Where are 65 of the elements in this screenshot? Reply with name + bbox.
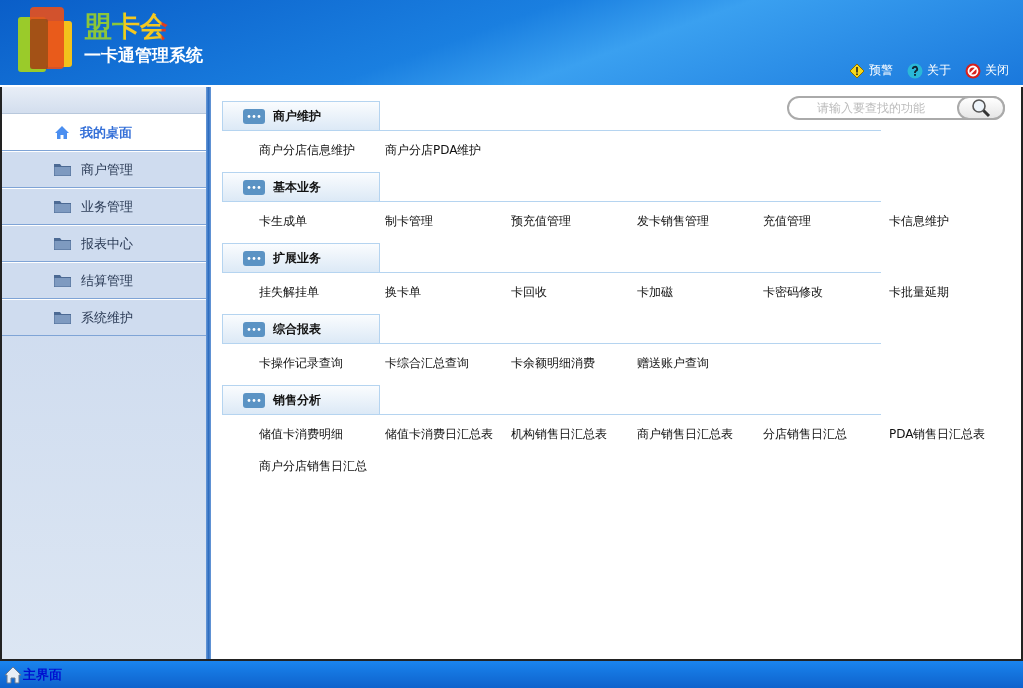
function-link[interactable]: 挂失解挂单: [259, 284, 319, 301]
warning-icon: [849, 62, 865, 79]
header-link[interactable]: 预警: [849, 62, 893, 79]
function-link[interactable]: 卡操作记录查询: [259, 355, 343, 372]
header-link[interactable]: 关于: [907, 62, 951, 79]
header-link[interactable]: 关闭: [965, 62, 1009, 79]
folder-icon: [54, 237, 71, 250]
section-title: 扩展业务: [273, 249, 321, 267]
folder-icon: [54, 274, 71, 287]
function-link[interactable]: 制卡管理: [385, 213, 433, 230]
function-link[interactable]: 商户分店信息维护: [259, 142, 355, 159]
dots-icon: [243, 392, 265, 408]
search-icon: [971, 98, 991, 118]
home-icon: [54, 125, 70, 140]
sidebar-item[interactable]: 业务管理: [2, 188, 206, 225]
sidebar-item[interactable]: 报表中心: [2, 225, 206, 262]
sidebar-item-label: 报表中心: [81, 234, 133, 253]
sidebar-item[interactable]: 结算管理: [2, 262, 206, 299]
function-link[interactable]: 卡余额明细消费: [511, 355, 595, 372]
function-link[interactable]: 卡加磁: [637, 284, 673, 301]
section-title: 商户维护: [273, 107, 321, 125]
sidebar-item-label: 商户管理: [81, 160, 133, 179]
home-icon: [4, 665, 22, 684]
function-link[interactable]: 发卡销售管理: [637, 213, 709, 230]
search-field[interactable]: 请输入要查找的功能: [787, 96, 1005, 120]
search-button[interactable]: [957, 96, 1005, 120]
sidebar-item[interactable]: 商户管理: [2, 151, 206, 188]
folder-icon: [54, 311, 71, 324]
folder-icon: [54, 163, 71, 176]
sidebar-item-label: 结算管理: [81, 271, 133, 290]
function-link[interactable]: 卡信息维护: [889, 213, 949, 230]
sidebar-item-label: 我的桌面: [80, 123, 132, 142]
close-icon: [965, 62, 981, 79]
sidebar-item[interactable]: 系统维护: [2, 299, 206, 336]
function-link[interactable]: 充值管理: [763, 213, 811, 230]
function-link[interactable]: 卡综合汇总查询: [385, 355, 469, 372]
section-title: 销售分析: [273, 391, 321, 409]
function-link[interactable]: 储值卡消费明细: [259, 426, 343, 443]
folder-icon: [54, 200, 71, 213]
dots-icon: [243, 250, 265, 266]
dots-icon: [243, 321, 265, 337]
section-title: 综合报表: [273, 320, 321, 338]
function-link[interactable]: 分店销售日汇总: [763, 426, 847, 443]
function-link[interactable]: 卡生成单: [259, 213, 307, 230]
sidebar-item-label: 业务管理: [81, 197, 133, 216]
function-link[interactable]: 预充值管理: [511, 213, 571, 230]
function-link[interactable]: 赠送账户查询: [637, 355, 709, 372]
system-subtitle: 一卡通管理系统: [84, 44, 203, 68]
function-link[interactable]: 卡批量延期: [889, 284, 949, 301]
function-link[interactable]: 商户分店销售日汇总: [259, 458, 367, 475]
function-link[interactable]: 储值卡消费日汇总表: [385, 426, 493, 443]
function-link[interactable]: PDA销售日汇总表: [889, 426, 986, 443]
dots-icon: [243, 108, 265, 124]
function-link[interactable]: 卡回收: [511, 284, 547, 301]
function-link[interactable]: 换卡单: [385, 284, 421, 301]
sidebar-item-label: 系统维护: [81, 308, 133, 327]
function-link[interactable]: 卡密码修改: [763, 284, 823, 301]
function-link[interactable]: 商户分店PDA维护: [385, 142, 482, 159]
help-icon: [907, 62, 923, 79]
section-title: 基本业务: [273, 178, 321, 196]
function-link[interactable]: 机构销售日汇总表: [511, 426, 607, 443]
function-link[interactable]: 商户销售日汇总表: [637, 426, 733, 443]
search-input[interactable]: 请输入要查找的功能: [789, 100, 957, 116]
dots-icon: [243, 179, 265, 195]
sidebar-item[interactable]: 我的桌面: [2, 114, 206, 151]
